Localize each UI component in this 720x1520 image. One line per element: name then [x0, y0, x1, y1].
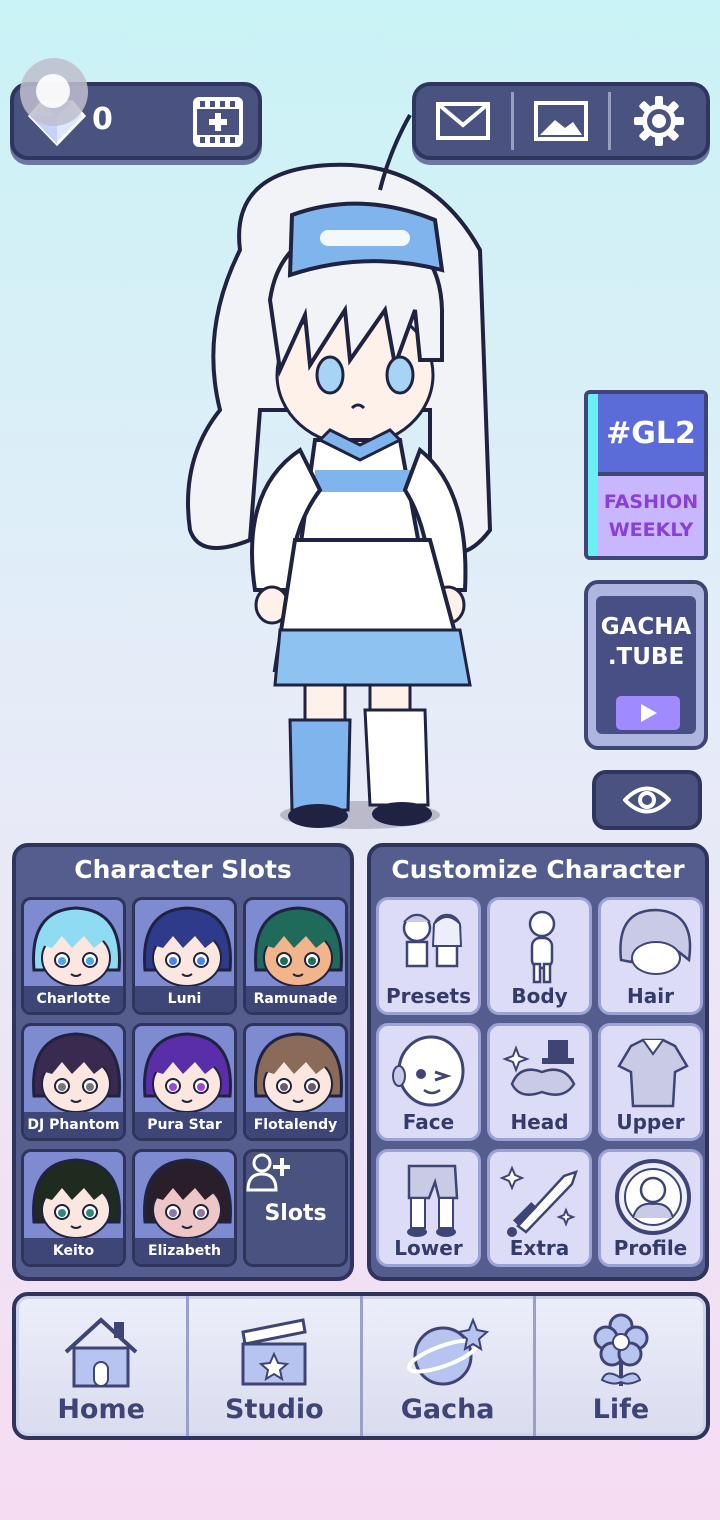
character-slot[interactable]: Elizabeth — [132, 1149, 237, 1267]
gacha-tube-button[interactable]: GACHA .TUBE — [584, 580, 708, 750]
character-slot[interactable]: Luni — [132, 897, 237, 1015]
customize-tile-label: Lower — [394, 1236, 463, 1260]
customize-body-button[interactable]: Body — [487, 897, 592, 1015]
slot-name: Ramunade — [246, 986, 345, 1012]
tube-line-tube: .TUBE — [607, 644, 685, 670]
customize-tile-label: Extra — [509, 1236, 570, 1260]
customize-head-button[interactable]: Head — [487, 1023, 592, 1141]
gl2-fashion-weekly-banner[interactable]: #GL2 FASHION WEEKLY — [584, 390, 708, 560]
customize-tile-label: Presets — [385, 984, 472, 1008]
customize-tile-label: Upper — [616, 1110, 685, 1134]
slot-grid: Charlotte Luni Ramunade DJ Phantom Pura … — [21, 897, 348, 1267]
slot-name: Flotalendy — [246, 1112, 345, 1138]
customize-lower-button[interactable]: Lower — [376, 1149, 481, 1267]
customize-tile-label: Hair — [627, 984, 674, 1008]
customize-tile-label: Head — [510, 1110, 569, 1134]
slot-name: Keito — [24, 1238, 123, 1264]
customize-grid: Presets Body Hair Face Head Upper Lower … — [376, 897, 703, 1267]
nav-studio[interactable]: Studio — [186, 1296, 359, 1436]
settings-button[interactable] — [611, 86, 706, 156]
customize-profile-button[interactable]: Profile — [598, 1149, 703, 1267]
gem-count: 0 — [92, 102, 113, 137]
character-portrait — [32, 906, 121, 987]
sword-icon — [499, 1165, 578, 1237]
toolbar-divider — [510, 92, 514, 150]
customize-extra-button[interactable]: Extra — [487, 1149, 592, 1267]
nav-label: Home — [57, 1394, 145, 1425]
character-slot[interactable]: Keito — [21, 1149, 126, 1267]
tube-label: GACHA .TUBE — [596, 612, 696, 672]
play-icon — [616, 696, 680, 730]
nav-label: Gacha — [400, 1394, 495, 1425]
nav-life[interactable]: Life — [532, 1296, 706, 1436]
customize-character-panel: Customize Character Presets Body Hair Fa… — [367, 843, 709, 1281]
customize-tile-label: Face — [402, 1110, 455, 1134]
slot-name: Pura Star — [135, 1112, 234, 1138]
nav-gacha[interactable]: Gacha — [359, 1296, 533, 1436]
customize-face-button[interactable]: Face — [376, 1023, 481, 1141]
character-slot[interactable]: Pura Star — [132, 1023, 237, 1141]
shirt-icon — [617, 1038, 689, 1108]
gear-icon — [633, 96, 684, 146]
gl2-line-fashion: FASHION — [603, 491, 699, 513]
character-slot[interactable]: Charlotte — [21, 897, 126, 1015]
gl2-line-weekly: WEEKLY — [608, 519, 694, 541]
add-user-icon — [246, 1153, 290, 1192]
character-portrait — [254, 906, 343, 987]
toolbar-divider — [608, 92, 612, 150]
character-portrait — [32, 1158, 121, 1239]
character-slots-title: Character Slots — [74, 855, 292, 884]
presets-icon — [402, 913, 463, 968]
character-slot[interactable]: DJ Phantom — [21, 1023, 126, 1141]
customize-upper-button[interactable]: Upper — [598, 1023, 703, 1141]
customize-tile-label: Body — [511, 984, 568, 1008]
gl2-title: #GL2 — [598, 394, 704, 476]
nav-label: Studio — [225, 1394, 324, 1425]
character-slot[interactable]: Flotalendy — [243, 1023, 348, 1141]
character-portrait — [143, 906, 232, 987]
profile-icon — [615, 1159, 691, 1235]
character-portrait — [143, 1032, 232, 1113]
slot-name: Luni — [135, 986, 234, 1012]
slot-name: DJ Phantom — [24, 1112, 123, 1138]
customize-hair-button[interactable]: Hair — [598, 897, 703, 1015]
character-slot[interactable]: Ramunade — [243, 897, 348, 1015]
character-portrait — [32, 1032, 121, 1113]
tube-screen: GACHA .TUBE — [596, 596, 696, 734]
clapperboard-icon — [241, 1318, 308, 1386]
nav-label: Life — [592, 1394, 650, 1425]
slot-name: Elizabeth — [135, 1238, 234, 1264]
customize-character-title: Customize Character — [391, 855, 685, 884]
customize-presets-button[interactable]: Presets — [376, 897, 481, 1015]
character-portrait — [254, 1032, 343, 1113]
face-icon — [392, 1035, 465, 1107]
character-preview[interactable] — [180, 110, 510, 840]
flower-icon — [593, 1313, 649, 1386]
image-icon — [533, 101, 588, 141]
character-slots-panel: Character Slots Charlotte Luni Ramunade — [12, 843, 354, 1281]
slot-name: Charlotte — [24, 986, 123, 1012]
character-portrait — [143, 1158, 232, 1239]
nav-home[interactable]: Home — [16, 1296, 186, 1436]
toggle-ui-button[interactable] — [592, 770, 702, 830]
gallery-button[interactable] — [514, 86, 609, 156]
touch-indicator — [20, 58, 88, 126]
bottom-navigation: Home Studio Gacha Life — [12, 1292, 710, 1440]
gl2-subtitle: FASHION WEEKLY — [598, 476, 704, 556]
body-icon — [528, 910, 556, 984]
house-icon — [64, 1317, 138, 1388]
hair-icon — [619, 908, 692, 975]
add-slots-button[interactable]: Slots — [243, 1149, 348, 1267]
customize-tile-label: Profile — [613, 1236, 688, 1260]
head-accessory-icon — [502, 1040, 576, 1096]
gacha-planet-icon — [406, 1317, 489, 1386]
pants-icon — [407, 1164, 459, 1237]
tube-line-gacha: GACHA — [600, 614, 692, 640]
eye-icon — [623, 786, 671, 814]
add-slots-label: Slots — [264, 1200, 327, 1226]
